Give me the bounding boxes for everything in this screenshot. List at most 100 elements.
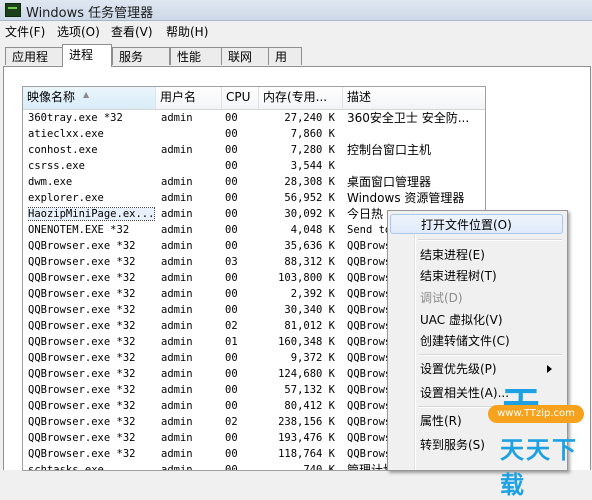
process-name: dwm.exe — [28, 174, 156, 190]
process-name: QQBrowser.exe *32 — [28, 318, 156, 334]
process-name-text: explorer.exe — [28, 192, 104, 204]
process-description-text: QQBrows — [347, 272, 392, 284]
menu-item-end-process[interactable]: 结束进程(E) — [420, 245, 485, 265]
process-cpu-text: 00 — [225, 160, 238, 172]
process-user: admin — [161, 238, 221, 254]
process-cpu: 00 — [225, 126, 255, 142]
process-description-text: QQBrows — [347, 416, 392, 428]
process-cpu-text: 00 — [225, 208, 238, 220]
process-user: admin — [161, 350, 221, 366]
column-memory[interactable]: 内存(专用... — [259, 87, 343, 109]
process-user: admin — [161, 206, 221, 222]
column-label: 映像名称 — [27, 90, 76, 104]
process-user: admin — [161, 366, 221, 382]
process-description — [347, 126, 485, 142]
column-cpu[interactable]: CPU — [222, 87, 259, 109]
menu-item-label: 创建转储文件(C) — [420, 334, 510, 348]
process-user-text: admin — [161, 304, 193, 316]
process-cpu: 00 — [225, 398, 255, 414]
column-description[interactable]: 描述 — [343, 87, 485, 109]
process-cpu-text: 00 — [225, 352, 238, 364]
table-row[interactable]: conhost.exe admin 00 7,280 K 控制台窗口主机 — [23, 142, 485, 158]
process-name-text: QQBrowser.exe *32 — [28, 416, 136, 428]
process-name: conhost.exe — [28, 142, 156, 158]
process-cpu: 00 — [225, 174, 255, 190]
tab-processes[interactable]: 进程 — [62, 44, 112, 67]
submenu-arrow-icon — [547, 365, 552, 373]
menu-item-open-file-location[interactable]: 打开文件位置(O) — [390, 214, 563, 234]
process-cpu-text: 00 — [225, 368, 238, 380]
menu-item-label: UAC 虚拟化(V) — [420, 313, 503, 327]
process-memory: 2,392 K — [261, 286, 335, 302]
process-name-text: csrss.exe — [28, 160, 85, 172]
menu-item-label: 属性(R) — [420, 414, 462, 428]
process-memory: 193,476 K — [261, 430, 335, 446]
process-description — [347, 158, 485, 174]
table-row[interactable]: atieclxx.exe 00 7,860 K — [23, 126, 485, 142]
process-name-text: schtasks.exe — [28, 464, 104, 471]
tab-performance[interactable]: 性能 — [170, 47, 222, 65]
tab-users[interactable]: 用户 — [268, 47, 302, 82]
process-name-text: QQBrowser.exe *32 — [28, 368, 136, 380]
process-memory: 118,764 K — [261, 446, 335, 462]
process-user-text: admin — [161, 144, 193, 156]
process-name-text: HaozipMiniPage.ex... — [28, 207, 156, 221]
column-image-name[interactable]: 映像名称 ▲ — [23, 87, 156, 109]
process-cpu-text: 00 — [225, 112, 238, 124]
process-cpu-text: 00 — [225, 192, 238, 204]
process-memory-text: 103,800 K — [278, 272, 335, 284]
process-user-text: admin — [161, 288, 193, 300]
process-name: QQBrowser.exe *32 — [28, 398, 156, 414]
process-name: QQBrowser.exe *32 — [28, 382, 156, 398]
menu-item-properties[interactable]: 属性(R) — [420, 411, 462, 431]
process-user-text: admin — [161, 448, 193, 460]
menu-item-end-process-tree[interactable]: 结束进程树(T) — [420, 266, 497, 286]
process-description-text: 今日热 — [347, 207, 384, 221]
menu-item-debug: 调试(D) — [420, 288, 463, 308]
menu-bar: 文件(F) 选项(O) 查看(V) 帮助(H) — [0, 21, 592, 40]
menu-item-label: 结束进程树(T) — [420, 269, 497, 283]
process-description-text: QQBrows — [347, 320, 392, 332]
process-memory-text: 9,372 K — [290, 352, 335, 364]
process-user: admin — [161, 286, 221, 302]
process-memory: 81,012 K — [261, 318, 335, 334]
process-memory-text: 7,280 K — [290, 144, 335, 156]
menu-options[interactable]: 选项(O) — [57, 23, 100, 40]
process-name: atieclxx.exe — [28, 126, 156, 142]
menu-separator — [418, 239, 562, 241]
process-name: ONENOTEM.EXE *32 — [28, 222, 156, 238]
menu-view[interactable]: 查看(V) — [111, 23, 153, 40]
tab-applications[interactable]: 应用程序 — [5, 47, 63, 82]
table-row[interactable]: dwm.exe admin 00 28,308 K 桌面窗口管理器 — [23, 174, 485, 190]
table-row[interactable]: explorer.exe admin 00 56,952 K Windows 资源管理器 — [23, 190, 485, 206]
menu-file[interactable]: 文件(F) — [5, 23, 45, 40]
process-memory-text: 4,048 K — [290, 224, 335, 236]
watermark-brand: 天天下载 — [500, 436, 578, 499]
menu-item-set-priority[interactable]: 设置优先级(P) — [420, 359, 560, 379]
process-user-text: admin — [161, 192, 193, 204]
process-memory: 740 K — [261, 462, 335, 470]
process-memory-text: 3,544 K — [290, 160, 335, 172]
process-name-text: ONENOTEM.EXE *32 — [28, 224, 130, 236]
table-row[interactable]: csrss.exe 00 3,544 K — [23, 158, 485, 174]
column-user-name[interactable]: 用户名 — [156, 87, 222, 109]
process-user: admin — [161, 190, 221, 206]
process-name-text: atieclxx.exe — [28, 128, 104, 140]
process-user: admin — [161, 398, 221, 414]
process-cpu: 00 — [225, 190, 255, 206]
table-row[interactable]: 360tray.exe *32 admin 00 27,240 K 360安全卫士 安全… — [23, 110, 485, 126]
menu-item-uac-virtualization[interactable]: UAC 虚拟化(V) — [420, 310, 503, 330]
process-name: QQBrowser.exe *32 — [28, 446, 156, 462]
menu-item-create-dump-file[interactable]: 创建转储文件(C) — [420, 331, 510, 351]
process-description-text: Send to — [347, 224, 392, 236]
process-description-text: QQBrows — [347, 400, 392, 412]
process-name-text: QQBrowser.exe *32 — [28, 240, 136, 252]
menu-help[interactable]: 帮助(H) — [166, 23, 208, 40]
tab-services[interactable]: 服务 — [112, 47, 170, 65]
process-cpu: 00 — [225, 350, 255, 366]
tab-networking[interactable]: 联网 — [221, 47, 269, 65]
process-memory: 30,092 K — [261, 206, 335, 222]
process-user-text: admin — [161, 224, 193, 236]
process-name-text: QQBrowser.exe *32 — [28, 272, 136, 284]
process-cpu: 01 — [225, 334, 255, 350]
